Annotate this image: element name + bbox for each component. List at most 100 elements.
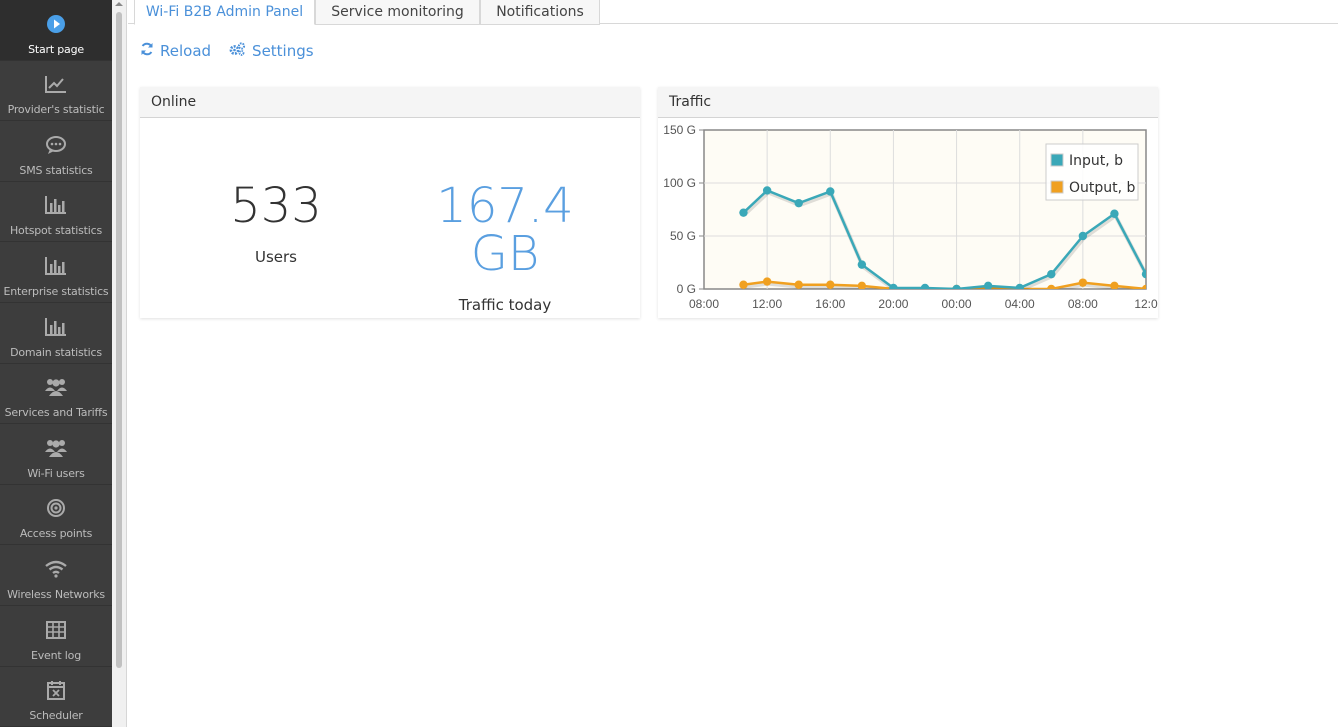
sidebar-item-event-log[interactable]: Event log	[0, 606, 112, 667]
tab-bar: Wi-Fi B2B Admin Panel Service monitoring…	[128, 0, 1338, 25]
data-point	[794, 198, 803, 208]
data-point	[1110, 281, 1119, 289]
users-label: Users	[254, 248, 297, 266]
x-tick-label: 08:00	[689, 297, 719, 311]
online-panel-title: Online	[140, 87, 640, 118]
line-chart-icon	[44, 71, 68, 97]
sidebar: Start page Provider's statistic SMS statis…	[0, 0, 112, 727]
x-tick-label: 16:00	[815, 297, 845, 311]
users-count: 533	[230, 178, 322, 234]
data-point	[762, 186, 772, 195]
traffic-today-label: Traffic today	[458, 296, 552, 314]
x-tick-label: 08:00	[1068, 297, 1098, 311]
users-icon	[44, 374, 68, 400]
x-tick-label: 12:0	[1134, 297, 1158, 311]
sidebar-item-label: Event log	[31, 648, 81, 662]
table-icon	[46, 617, 66, 643]
gears-icon	[229, 42, 246, 60]
sidebar-item-label: SMS statistics	[19, 163, 93, 177]
data-point	[1015, 283, 1024, 289]
target-icon	[46, 495, 66, 521]
sidebar-item-label: Wireless Networks	[7, 587, 105, 601]
data-point	[826, 280, 835, 289]
sidebar-item-sms-statistics[interactable]: SMS statistics	[0, 121, 112, 182]
bar-chart-icon	[44, 253, 68, 279]
traffic-panel-title: Traffic	[658, 87, 1158, 118]
main-area: Wi-Fi B2B Admin Panel Service monitoring…	[128, 0, 1338, 727]
sidebar-item-access-points[interactable]: Access points	[0, 485, 112, 546]
wifi-icon	[44, 556, 68, 582]
data-point	[826, 187, 835, 196]
calendar-x-icon	[46, 677, 66, 703]
data-point	[1078, 231, 1088, 241]
data-point	[889, 283, 898, 289]
refresh-icon	[140, 42, 154, 60]
scrollbar-thumb[interactable]	[116, 12, 122, 668]
x-tick-label: 20:00	[878, 297, 908, 311]
y-tick-label: 50 G	[670, 229, 696, 243]
online-panel: Online 533 Users 167.4 GB Traffic today	[140, 87, 640, 318]
tab-notifications[interactable]: Notifications	[480, 0, 600, 25]
bar-chart-icon	[44, 192, 68, 218]
legend-label: Input, b	[1069, 153, 1123, 169]
x-tick-label: 12:00	[752, 297, 782, 311]
data-point	[857, 281, 867, 289]
play-circle-icon	[46, 11, 66, 37]
traffic-today-value: 167.4 GB	[436, 178, 574, 282]
sidebar-item-label: Domain statistics	[10, 345, 102, 359]
x-tick-label: 04:00	[1005, 297, 1035, 311]
chart-legend: Input, b Output, b	[1045, 143, 1139, 201]
reload-label: Reload	[160, 42, 212, 60]
toolbar: Reload Settings	[140, 42, 314, 60]
sidebar-item-wi-fi-users[interactable]: Wi-Fi users	[0, 424, 112, 485]
settings-button[interactable]: Settings	[229, 42, 314, 60]
settings-label: Settings	[252, 42, 314, 60]
scroll-up-arrow-icon[interactable]	[115, 2, 123, 6]
data-point	[762, 277, 772, 286]
data-point	[739, 280, 748, 289]
sidebar-item-label: Hotspot statistics	[9, 224, 102, 238]
data-point	[1047, 269, 1056, 279]
sidebar-item-services-and-tariffs[interactable]: Services and Tariffs	[0, 364, 112, 425]
legend-swatch	[1050, 153, 1064, 167]
sidebar-item-label: Scheduler	[29, 709, 83, 723]
tab-service-monitoring[interactable]: Service monitoring	[315, 0, 480, 25]
sidebar-item-label: Provider's statistic	[7, 103, 105, 117]
reload-button[interactable]: Reload	[140, 42, 211, 60]
sidebar-item-scheduler[interactable]: Scheduler	[0, 667, 112, 727]
data-point	[739, 208, 748, 217]
legend-label: Output, b	[1069, 180, 1136, 196]
sidebar-item-enterprise-statistics[interactable]: Enterprise statistics	[0, 242, 112, 303]
sidebar-item-label: Start page	[28, 42, 84, 56]
data-point	[1110, 209, 1119, 218]
users-stat: 533 Users	[216, 182, 336, 266]
y-tick-label: 0 G	[677, 282, 696, 296]
users-icon	[44, 435, 68, 461]
tab-admin-panel[interactable]: Wi-Fi B2B Admin Panel	[134, 0, 315, 25]
sidebar-item-label: Services and Tariffs	[4, 406, 108, 420]
bar-chart-icon	[44, 314, 68, 340]
sidebar-scrollbar[interactable]	[112, 0, 127, 727]
data-point	[1078, 278, 1088, 287]
x-tick-label: 00:00	[942, 297, 972, 311]
data-point	[983, 281, 993, 289]
sidebar-item-label: Wi-Fi users	[27, 466, 85, 480]
data-point	[1141, 284, 1146, 289]
sidebar-item-label: Access points	[19, 527, 93, 541]
chat-bubble-icon	[45, 132, 67, 158]
data-point	[1141, 269, 1146, 279]
traffic-today-stat: 167.4 GB Traffic today	[400, 182, 610, 314]
traffic-panel: Traffic 08:00 12:00 16:00 20:00 00:00 04:00 08…	[658, 87, 1158, 318]
sidebar-item-label: Enterprise statistics	[3, 284, 109, 298]
data-point	[857, 260, 867, 269]
data-point	[794, 280, 803, 289]
data-point	[920, 283, 930, 289]
sidebar-item-wireless-networks[interactable]: Wireless Networks	[0, 545, 112, 606]
sidebar-item-domain-statistics[interactable]: Domain statistics	[0, 303, 112, 364]
sidebar-item-provider-s-statistic[interactable]: Provider's statistic	[0, 61, 112, 122]
traffic-chart: 08:00 12:00 16:00 20:00 00:00 04:00 08:00 12:0 0…	[663, 123, 1158, 311]
sidebar-item-hotspot-statistics[interactable]: Hotspot statistics	[0, 182, 112, 243]
data-point	[952, 284, 961, 289]
y-tick-label: 100 G	[663, 176, 696, 190]
sidebar-item-start-page[interactable]: Start page	[0, 0, 112, 61]
